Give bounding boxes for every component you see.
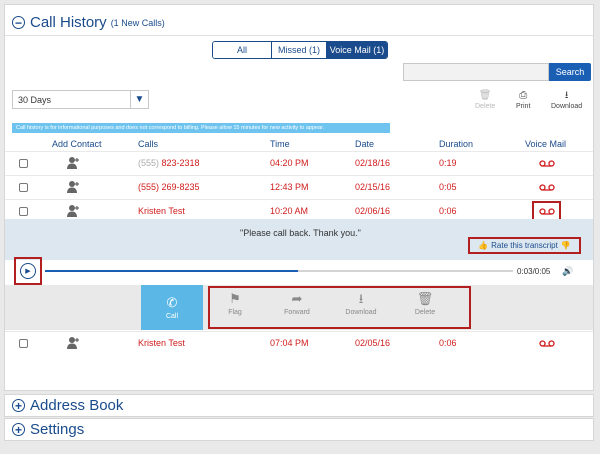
date-range-select[interactable]: 30 Days ▼ — [12, 90, 149, 109]
call-filter-tabs: All Missed (1) Voice Mail (1) — [212, 41, 388, 59]
date-range-value: 30 Days — [18, 94, 52, 105]
call-number[interactable]: (555) 269-8235 — [138, 182, 200, 192]
phone-icon: ✆ — [166, 294, 178, 310]
address-book-panel[interactable]: + Address Book — [4, 394, 594, 417]
new-calls-count: (1 New Calls) — [110, 17, 165, 28]
call-duration: 0:06 — [439, 206, 457, 216]
voicemail-icon[interactable] — [539, 184, 555, 191]
transcript-text: "Please call back. Thank you." — [240, 228, 361, 238]
circle-minus-icon[interactable]: − — [12, 16, 25, 29]
settings-title: Settings — [30, 421, 85, 438]
call-time: 07:04 PM — [270, 338, 309, 348]
download-icon: ⭳ — [358, 291, 364, 306]
call-time: 10:20 AM — [270, 206, 309, 216]
table-row[interactable]: (555) 823-2318 04:20 PM 02/18/16 0:19 — [5, 151, 593, 175]
tab-voice-mail[interactable]: Voice Mail (1) — [327, 42, 387, 58]
panel-title: Call History — [30, 14, 107, 31]
forward-label: Forward — [284, 309, 310, 316]
download-tool-button[interactable]: ⭳ Download — [551, 90, 583, 111]
call-duration: 0:19 — [439, 158, 457, 168]
forward-icon: ➦ — [291, 291, 303, 306]
download-label: Download — [345, 309, 377, 316]
table-row[interactable]: (555) 269-8235 12:43 PM 02/15/16 0:05 — [5, 175, 593, 199]
delete-label: Delete — [414, 309, 436, 316]
search-input[interactable] — [403, 63, 549, 81]
add-person-icon[interactable] — [66, 180, 80, 194]
settings-panel[interactable]: + Settings — [4, 418, 594, 441]
add-person-icon[interactable] — [66, 156, 80, 170]
call-date: 02/15/16 — [355, 182, 391, 192]
rate-transcript-button[interactable]: 👍 Rate this transcript 👎 — [468, 237, 581, 254]
row-checkbox[interactable] — [19, 339, 28, 348]
download-icon: ⭳ — [564, 90, 569, 101]
voicemail-icon[interactable] — [539, 340, 555, 347]
voicemail-highlight — [532, 201, 561, 221]
flag-label: Flag — [228, 309, 242, 316]
tab-missed[interactable]: Missed (1) — [272, 42, 327, 58]
area-code: (555) — [138, 182, 160, 192]
add-person-icon[interactable] — [66, 204, 80, 218]
circle-plus-icon[interactable]: + — [12, 399, 25, 412]
row-checkbox[interactable] — [19, 183, 28, 192]
call-label: Call — [165, 312, 179, 320]
col-duration: Duration — [439, 139, 474, 149]
call-number-main: 823-2318 — [161, 158, 200, 168]
area-code: (555) — [138, 158, 160, 168]
transcript-panel: "Please call back. Thank you." 👍 Rate th… — [5, 219, 593, 260]
call-name[interactable]: Kristen Test — [138, 338, 185, 348]
call-history-panel: − Call History (1 New Calls) All Missed … — [4, 4, 594, 391]
call-date: 02/06/16 — [355, 206, 391, 216]
rate-transcript-label: Rate this transcript — [491, 241, 558, 250]
call-number[interactable]: (555) 823-2318 — [138, 158, 200, 168]
playback-time: 0:03/0:05 — [517, 267, 551, 276]
thumbs-up-icon[interactable]: 👍 — [478, 241, 488, 250]
table-row[interactable]: Kristen Test 07:04 PM 02/05/16 0:06 — [5, 331, 593, 355]
flag-icon: ⚑ — [229, 291, 241, 306]
add-person-icon[interactable] — [66, 336, 80, 350]
row-checkbox[interactable] — [19, 159, 28, 168]
col-time: Time — [270, 139, 290, 149]
delete-tool-label: Delete — [475, 103, 496, 110]
download-tool-label: Download — [551, 103, 583, 110]
call-duration: 0:05 — [439, 182, 457, 192]
call-history-header[interactable]: − Call History (1 New Calls) — [12, 14, 165, 31]
col-add-contact: Add Contact — [52, 139, 102, 149]
call-number-main: 269-8235 — [161, 182, 200, 192]
flag-button[interactable]: ⚑ Flag — [210, 292, 260, 316]
play-icon[interactable]: ▶ — [20, 263, 36, 279]
forward-button[interactable]: ➦ Forward — [272, 292, 322, 316]
call-date: 02/05/16 — [355, 338, 391, 348]
tab-all[interactable]: All — [213, 42, 272, 58]
playback-progress-bar[interactable] — [45, 270, 513, 272]
call-time: 04:20 PM — [270, 158, 309, 168]
print-label: Print — [516, 103, 531, 110]
call-button[interactable]: ✆ Call — [141, 285, 203, 330]
thumbs-down-icon[interactable]: 👎 — [561, 241, 571, 250]
billing-info-banner: Call history is for informational purpos… — [12, 123, 390, 133]
print-button[interactable]: ⎙ Print — [516, 90, 531, 111]
delete-button[interactable]: 🗑 Delete — [400, 292, 450, 316]
address-book-title: Address Book — [30, 397, 124, 414]
circle-plus-icon[interactable]: + — [12, 423, 25, 436]
col-calls: Calls — [138, 139, 159, 149]
delete-tool-button[interactable]: 🗑 Delete — [475, 90, 496, 111]
voicemail-icon[interactable] — [539, 160, 555, 167]
trash-icon: 🗑 — [416, 291, 434, 306]
divider — [5, 35, 593, 36]
row-checkbox[interactable] — [19, 207, 28, 216]
call-time: 12:43 PM — [270, 182, 309, 192]
download-button[interactable]: ⭳ Download — [336, 292, 386, 316]
playback-progress-fill — [45, 270, 298, 272]
chevron-down-icon[interactable]: ▼ — [130, 91, 148, 108]
col-voice-mail: Voice Mail — [525, 139, 567, 149]
trash-icon: 🗑 — [478, 90, 492, 101]
play-highlight: ▶ — [14, 257, 42, 285]
volume-icon[interactable]: 🔊 — [562, 266, 573, 277]
col-date: Date — [355, 139, 375, 149]
search-button[interactable]: Search — [549, 63, 591, 81]
call-date: 02/18/16 — [355, 158, 391, 168]
call-duration: 0:06 — [439, 338, 457, 348]
printer-icon: ⎙ — [519, 90, 528, 101]
call-name[interactable]: Kristen Test — [138, 206, 185, 216]
